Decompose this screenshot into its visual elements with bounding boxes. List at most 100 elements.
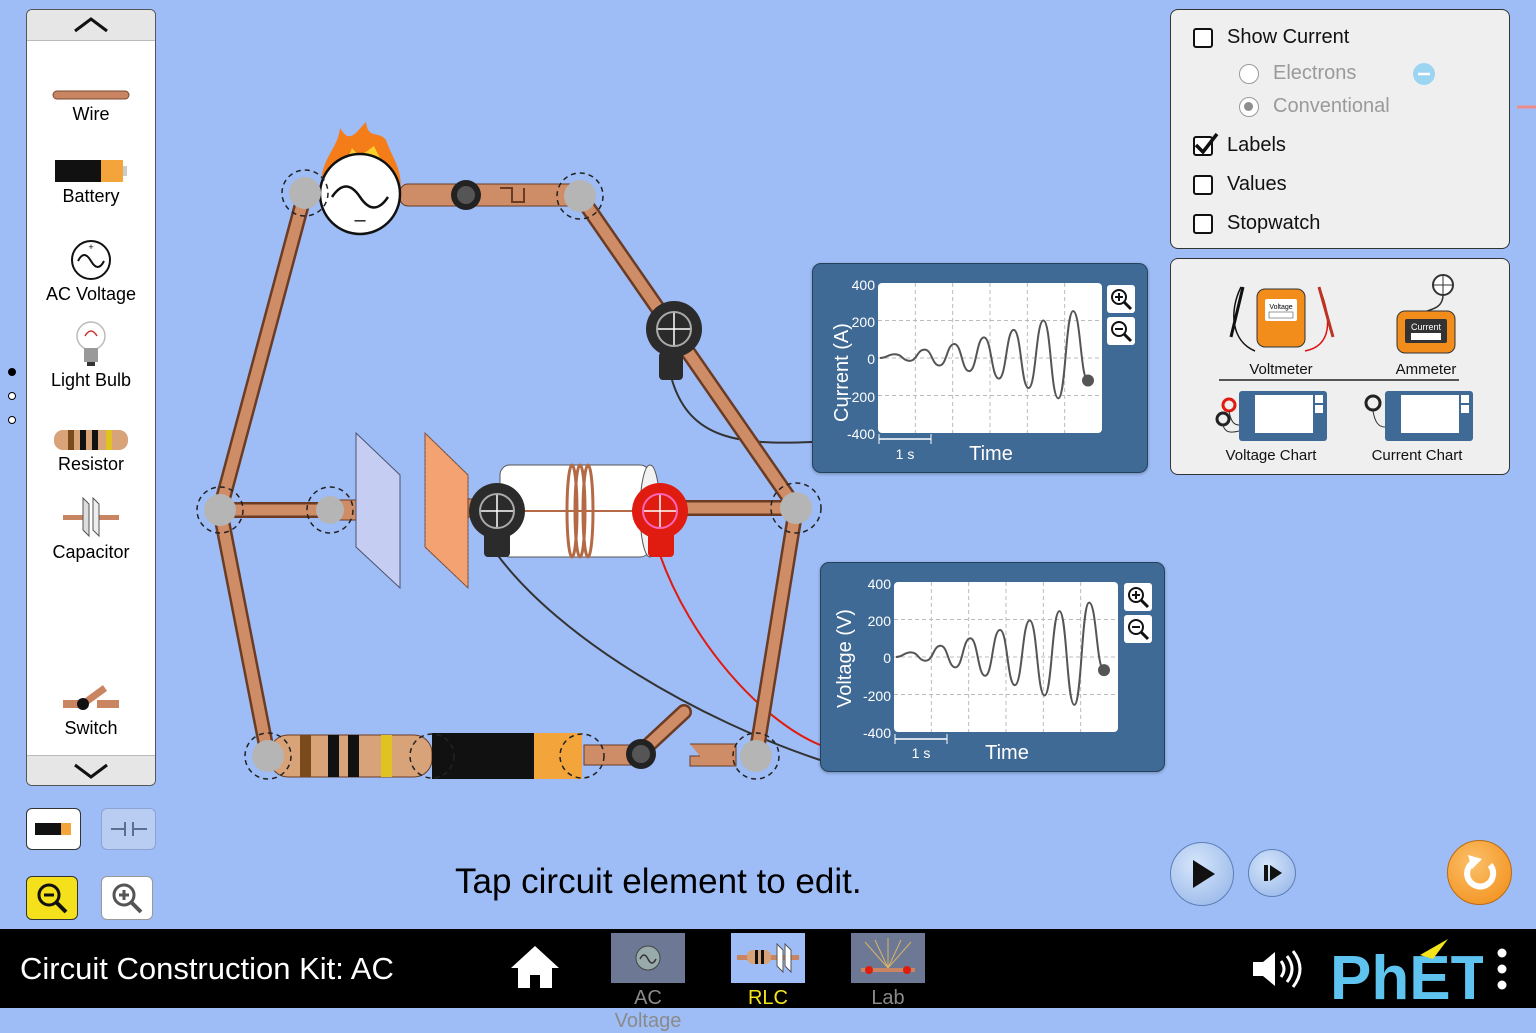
phet-logo[interactable]: PhET — [1328, 933, 1489, 1013]
edit-hint-text: Tap circuit element to edit. — [455, 862, 862, 901]
tab-ac-voltage[interactable]: AC Voltage — [610, 933, 686, 1033]
zoom-out-icon — [1128, 619, 1150, 641]
electrons-radio[interactable]: Electrons — [1239, 62, 1435, 85]
sound-button[interactable] — [1250, 949, 1306, 994]
scale-label: 1 s — [912, 745, 931, 761]
conventional-radio[interactable]: Conventional — [1239, 95, 1536, 118]
options-menu-button[interactable] — [1492, 947, 1512, 996]
ytick-label: -200 — [863, 688, 891, 704]
ytick-label: 400 — [868, 576, 892, 592]
top-wire[interactable] — [399, 180, 581, 210]
tab-thumbnail — [731, 933, 805, 983]
tab-label: AC Voltage — [614, 987, 682, 1032]
voltage-chart-svg — [894, 582, 1118, 732]
kebab-menu-icon — [1497, 948, 1507, 990]
voltmeter-tool[interactable]: Voltage Voltmeter — [1221, 271, 1341, 378]
voltage-chart-label: Voltage Chart — [1225, 447, 1317, 464]
tab-label: RLC — [747, 987, 788, 1009]
checkbox-box[interactable] — [1193, 213, 1213, 234]
tab-thumbnail — [611, 933, 685, 983]
current-chart-xlabel: Time — [969, 443, 1013, 465]
zoom-in-icon — [1128, 587, 1150, 609]
ac-source-component[interactable]: – — [318, 122, 402, 236]
display-options-panel: Show Current Electrons Conventional Labe… — [1170, 9, 1536, 249]
ytick-label: -400 — [847, 426, 875, 442]
tab-label: Lab — [871, 987, 905, 1009]
voltage-chart-xlabel: Time — [985, 742, 1029, 764]
sim-title: Circuit Construction Kit: AC — [20, 951, 394, 986]
voltmeter-label: Voltmeter — [1249, 361, 1313, 378]
speaker-icon — [1253, 950, 1302, 988]
phet-logo-icon: PhET — [1330, 939, 1489, 1013]
values-checkbox[interactable]: Values — [1193, 173, 1287, 196]
scale-label: 1 s — [896, 446, 915, 462]
current-value-point — [1082, 374, 1094, 387]
checkbox-box[interactable] — [1193, 174, 1213, 195]
ytick-label: 0 — [883, 650, 891, 666]
svg-text:Voltage: Voltage — [1269, 304, 1292, 311]
tab-thumbnail — [851, 933, 925, 983]
radio-label: Electrons — [1273, 62, 1357, 84]
series-line — [879, 310, 1089, 400]
ammeter-tool[interactable]: Current Ammeter — [1371, 271, 1481, 378]
chart-zoom-out-button[interactable] — [1107, 317, 1135, 345]
capacitor-component[interactable] — [329, 431, 469, 590]
ytick-label: 0 — [867, 351, 875, 367]
current-chart-plot — [878, 283, 1102, 433]
zoom-out-icon — [1111, 321, 1133, 343]
checkbox-label: Labels — [1227, 134, 1286, 156]
chart-zoom-in-button[interactable] — [1124, 583, 1152, 611]
voltage-chart-plot — [894, 582, 1118, 732]
current-chart-icon — [1364, 391, 1473, 441]
switch-component[interactable] — [583, 704, 737, 769]
play-button[interactable] — [1170, 842, 1234, 906]
checkbox-box[interactable] — [1193, 132, 1219, 156]
stopwatch-checkbox[interactable]: Stopwatch — [1193, 212, 1320, 235]
lab-icon — [861, 938, 915, 974]
home-button[interactable] — [508, 943, 562, 996]
checkmark-icon — [1194, 132, 1219, 155]
radio-circle[interactable] — [1239, 63, 1259, 84]
play-icon — [1193, 860, 1215, 888]
resistor-component[interactable] — [269, 734, 433, 778]
voltage-chart-tool[interactable]: Voltage Chart — [1211, 389, 1331, 464]
labels-checkbox[interactable]: Labels — [1193, 132, 1286, 157]
radio-circle[interactable] — [1239, 96, 1259, 117]
navigation-bar: Circuit Construction Kit: AC AC Voltage … — [0, 929, 1536, 1032]
ammeter-label: Ammeter — [1395, 361, 1457, 378]
ammeter-icon: Current — [1396, 274, 1456, 354]
checkbox-box[interactable] — [1193, 27, 1213, 48]
checkbox-label: Values — [1227, 173, 1287, 195]
current-chart[interactable]: Current (A) 400 200 0 -200 -400 1 s Time — [812, 263, 1148, 473]
electron-icon — [1413, 62, 1435, 85]
home-icon — [511, 946, 559, 988]
current-chart-tool[interactable]: Current Chart — [1357, 389, 1477, 464]
tab-lab[interactable]: Lab — [850, 933, 926, 1010]
tab-rlc[interactable]: RLC — [730, 933, 806, 1010]
ytick-label: -200 — [847, 389, 875, 405]
series-line — [895, 601, 1105, 706]
arrow-right-icon — [1517, 105, 1536, 108]
reset-icon — [1463, 854, 1496, 889]
checkbox-label: Stopwatch — [1227, 212, 1321, 234]
rlc-circuit-icon — [737, 942, 799, 974]
svg-text:–: – — [354, 209, 366, 231]
radio-label: Conventional — [1273, 95, 1390, 117]
chart-zoom-out-button[interactable] — [1124, 615, 1152, 643]
ytick-label: 200 — [852, 314, 876, 330]
voltage-chart-ylabel: Voltage (V) — [834, 609, 856, 708]
show-current-checkbox[interactable]: Show Current — [1193, 26, 1349, 49]
ytick-label: 200 — [868, 613, 892, 629]
step-forward-button[interactable] — [1248, 849, 1296, 897]
voltage-chart[interactable]: Voltage (V) 400 200 0 -200 -400 1 s Time — [820, 562, 1165, 772]
divider — [1219, 379, 1459, 381]
reset-all-button[interactable] — [1447, 840, 1512, 905]
ytick-label: -400 — [863, 725, 891, 741]
ac-source-icon — [635, 945, 661, 971]
current-value-point — [1098, 664, 1110, 677]
svg-text:PhET: PhET — [1330, 944, 1483, 1005]
svg-text:Current: Current — [1411, 322, 1442, 332]
chart-zoom-in-button[interactable] — [1107, 285, 1135, 313]
current-chart-ylabel: Current (A) — [831, 323, 853, 422]
zoom-in-icon — [1111, 289, 1133, 311]
